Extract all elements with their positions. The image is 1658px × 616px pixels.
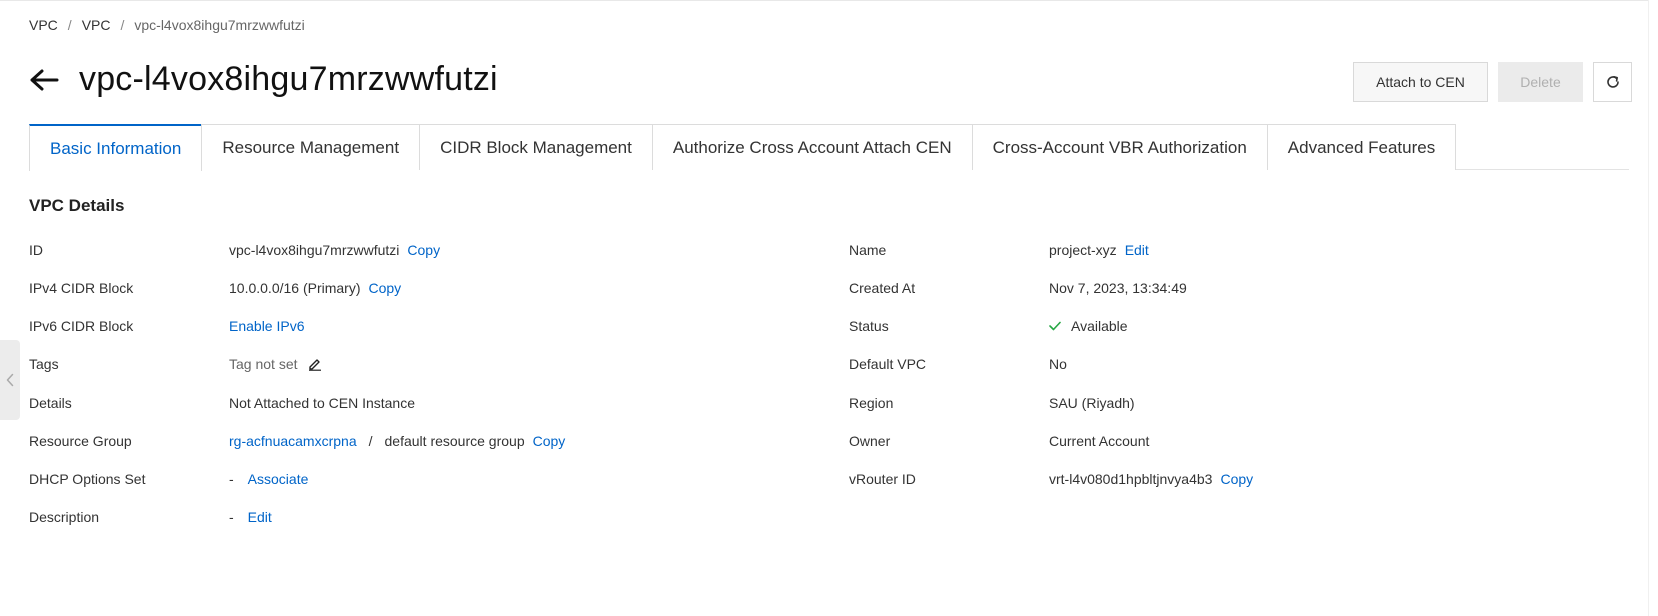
enable-ipv6-link[interactable]: Enable IPv6 — [229, 318, 305, 334]
refresh-button[interactable] — [1593, 62, 1632, 102]
field-value: - Edit — [229, 509, 272, 525]
field-value: vpc-l4vox8ihgu7mrzwwfutzi Copy — [229, 242, 440, 258]
edit-tags-pencil-icon[interactable] — [308, 357, 322, 371]
page-title: vpc-l4vox8ihgu7mrzwwfutzi — [79, 60, 498, 98]
vpc-name-value: project-xyz — [1049, 242, 1117, 258]
tab-bar: Basic Information Resource Management CI… — [29, 124, 1629, 171]
attach-to-cen-button[interactable]: Attach to CEN — [1353, 62, 1488, 102]
delete-button[interactable]: Delete — [1498, 62, 1583, 102]
detail-row-dhcp: DHCP Options Set - Associate — [29, 467, 308, 491]
cen-status-value: Not Attached to CEN Instance — [229, 395, 415, 411]
tab-resource-management[interactable]: Resource Management — [201, 124, 421, 170]
detail-row-region: Region SAU (Riyadh) — [849, 391, 1135, 415]
detail-row-ipv4: IPv4 CIDR Block 10.0.0.0/16 (Primary) Co… — [29, 276, 401, 300]
copy-id-link[interactable]: Copy — [407, 242, 440, 258]
field-label: Created At — [849, 280, 916, 296]
vpc-detail-page: VPC / VPC / vpc-l4vox8ihgu7mrzwwfutzi vp… — [0, 0, 1658, 616]
copy-ipv4-link[interactable]: Copy — [369, 280, 402, 296]
field-label: ID — [29, 242, 43, 258]
header-actions: Attach to CEN Delete — [1343, 62, 1632, 102]
breadcrumb-separator: / — [67, 17, 72, 33]
field-value: Nov 7, 2023, 13:34:49 — [1049, 280, 1187, 296]
field-value: project-xyz Edit — [1049, 242, 1149, 258]
field-value: Tag not set — [229, 356, 322, 372]
field-label: Tags — [29, 356, 59, 372]
resource-group-name: default resource group — [384, 433, 525, 449]
top-divider — [0, 0, 1658, 1]
back-arrow-icon[interactable] — [29, 65, 61, 95]
breadcrumb-item-current: vpc-l4vox8ihgu7mrzwwfutzi — [134, 17, 305, 33]
field-label: Status — [849, 318, 889, 334]
chevron-left-icon — [6, 373, 14, 387]
tags-value: Tag not set — [229, 356, 298, 372]
field-label: Description — [29, 509, 100, 525]
field-label: vRouter ID — [849, 471, 916, 487]
vrouter-id-value: vrt-l4v080d1hpbltjnvya4b3 — [1049, 471, 1213, 487]
vpc-id-value: vpc-l4vox8ihgu7mrzwwfutzi — [229, 242, 400, 258]
field-label: IPv4 CIDR Block — [29, 280, 134, 296]
detail-row-ipv6: IPv6 CIDR Block Enable IPv6 — [29, 314, 305, 338]
sidebar-collapse-toggle[interactable] — [0, 340, 20, 420]
breadcrumb-separator: / — [120, 17, 125, 33]
field-value: Enable IPv6 — [229, 318, 305, 334]
description-value: - — [229, 509, 234, 525]
created-at-value: Nov 7, 2023, 13:34:49 — [1049, 280, 1187, 296]
field-value: 10.0.0.0/16 (Primary) Copy — [229, 280, 401, 296]
field-label: IPv6 CIDR Block — [29, 318, 134, 334]
tab-cross-account-vbr-authorization[interactable]: Cross-Account VBR Authorization — [971, 124, 1268, 170]
vertical-scrollbar[interactable] — [1648, 0, 1658, 616]
copy-vrouter-id-link[interactable]: Copy — [1220, 471, 1253, 487]
section-title: VPC Details — [29, 196, 125, 215]
detail-row-default-vpc: Default VPC No — [849, 352, 1067, 376]
field-value: - Associate — [229, 471, 308, 487]
field-value: SAU (Riyadh) — [1049, 395, 1135, 411]
associate-dhcp-link[interactable]: Associate — [248, 471, 309, 487]
default-vpc-value: No — [1049, 356, 1067, 372]
breadcrumb: VPC / VPC / vpc-l4vox8ihgu7mrzwwfutzi — [29, 17, 305, 33]
detail-row-name: Name project-xyz Edit — [849, 238, 1149, 262]
tab-authorize-cross-account-attach-cen[interactable]: Authorize Cross Account Attach CEN — [651, 124, 973, 170]
edit-name-link[interactable]: Edit — [1125, 242, 1149, 258]
owner-value: Current Account — [1049, 433, 1150, 449]
resource-group-separator: / — [368, 433, 373, 449]
field-value: rg-acfnuacamxcrpna / default resource gr… — [229, 433, 565, 449]
detail-row-description: Description - Edit — [29, 505, 272, 529]
field-value: No — [1049, 356, 1067, 372]
field-label: Owner — [849, 433, 891, 449]
detail-row-created: Created At Nov 7, 2023, 13:34:49 — [849, 276, 1187, 300]
field-label: Region — [849, 395, 894, 411]
field-label: Resource Group — [29, 433, 132, 449]
copy-resource-group-link[interactable]: Copy — [533, 433, 566, 449]
field-value: vrt-l4v080d1hpbltjnvya4b3 Copy — [1049, 471, 1253, 487]
detail-row-tags: Tags Tag not set — [29, 352, 321, 376]
status-value: Available — [1071, 318, 1128, 334]
field-label: Name — [849, 242, 887, 258]
title-row: vpc-l4vox8ihgu7mrzwwfutzi — [29, 60, 498, 99]
field-label: DHCP Options Set — [29, 471, 146, 487]
detail-row-vrouter: vRouter ID vrt-l4v080d1hpbltjnvya4b3 Cop… — [849, 467, 1253, 491]
dhcp-value: - — [229, 471, 234, 487]
tab-advanced-features[interactable]: Advanced Features — [1266, 124, 1457, 170]
region-value: SAU (Riyadh) — [1049, 395, 1135, 411]
detail-row-cen: Details Not Attached to CEN Instance — [29, 391, 415, 415]
breadcrumb-item-vpc-console[interactable]: VPC — [29, 17, 58, 33]
ipv4-cidr-value: 10.0.0.0/16 (Primary) — [229, 280, 361, 296]
tab-basic-information[interactable]: Basic Information — [29, 124, 203, 171]
field-value: Current Account — [1049, 433, 1149, 449]
field-label: Details — [29, 395, 72, 411]
detail-row-id: ID vpc-l4vox8ihgu7mrzwwfutzi Copy — [29, 238, 440, 262]
breadcrumb-item-vpc-list[interactable]: VPC — [82, 17, 111, 33]
edit-description-link[interactable]: Edit — [248, 509, 272, 525]
checkmark-icon — [1049, 318, 1061, 334]
field-label: Default VPC — [849, 356, 927, 372]
tab-cidr-block-management[interactable]: CIDR Block Management — [419, 124, 653, 170]
detail-row-owner: Owner Current Account — [849, 429, 1149, 453]
field-value: Not Attached to CEN Instance — [229, 395, 415, 411]
field-value: Available — [1049, 318, 1128, 334]
refresh-icon — [1605, 74, 1621, 90]
detail-row-status: Status Available — [849, 314, 1128, 338]
detail-row-resource-group: Resource Group rg-acfnuacamxcrpna / defa… — [29, 429, 565, 453]
resource-group-id-link[interactable]: rg-acfnuacamxcrpna — [229, 433, 357, 449]
